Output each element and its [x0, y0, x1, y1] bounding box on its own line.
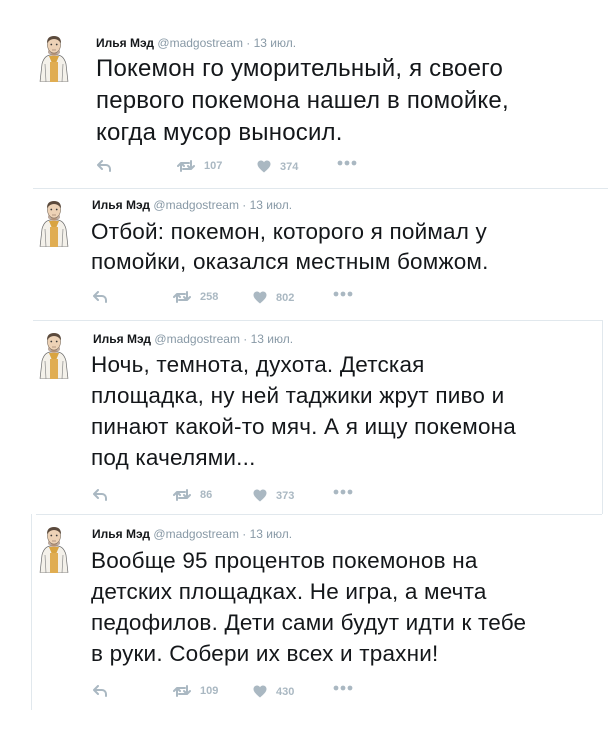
reply-button[interactable]	[93, 489, 107, 501]
tweet-date[interactable]: 13 июл.	[251, 332, 293, 346]
like-count: 374	[280, 160, 299, 173]
tweet-actions: 86 373	[93, 489, 373, 505]
retweet-count: 107	[204, 160, 223, 172]
retweet-icon	[177, 160, 195, 172]
tweet-header: Илья Мэд @madgostream · 13 июл.	[92, 527, 292, 541]
author-handle[interactable]: @madgostream	[157, 36, 243, 50]
tweet-actions: 258 802	[93, 291, 373, 307]
like-count: 802	[276, 291, 295, 304]
author-name[interactable]: Илья Мэд	[92, 527, 150, 541]
like-button[interactable]: 430	[253, 685, 294, 698]
more-button[interactable]	[333, 685, 353, 691]
reply-icon	[93, 685, 107, 697]
tweet-text: Покемон го уморительный, я своего первог…	[96, 55, 509, 146]
heart-icon	[257, 160, 271, 173]
heart-icon	[253, 685, 267, 698]
heart-icon	[253, 489, 267, 502]
retweet-button[interactable]: 107	[177, 160, 222, 172]
tweet-actions: 109 430	[93, 685, 373, 701]
thread-border	[31, 514, 32, 710]
retweet-count: 109	[200, 685, 219, 697]
retweet-button[interactable]: 109	[173, 685, 218, 697]
author-name[interactable]: Илья Мэд	[93, 332, 151, 346]
reply-icon	[93, 291, 107, 303]
ellipsis-icon	[333, 685, 353, 691]
separator-dot: ·	[246, 36, 251, 50]
reply-icon	[93, 489, 107, 501]
tweet-text: Отбой: покемон, которого я поймал у помо…	[91, 219, 489, 274]
tweet-card[interactable]: Илья Мэд @madgostream · 13 июл. Отбой: п…	[0, 189, 608, 320]
ellipsis-icon	[333, 291, 353, 297]
reply-button[interactable]	[93, 685, 107, 697]
more-button[interactable]	[337, 160, 357, 166]
separator-dot: ·	[242, 198, 247, 212]
tweet-header: Илья Мэд @madgostream · 13 июл.	[93, 332, 293, 346]
ellipsis-icon	[333, 489, 353, 495]
separator-dot: ·	[243, 332, 248, 346]
avatar[interactable]	[38, 34, 70, 82]
reply-icon	[97, 160, 111, 172]
like-count: 373	[276, 489, 295, 502]
separator-dot: ·	[242, 527, 247, 541]
avatar[interactable]	[38, 199, 70, 247]
retweet-count: 86	[200, 489, 213, 501]
like-button[interactable]: 802	[253, 291, 294, 304]
like-button[interactable]: 374	[257, 160, 298, 173]
like-button[interactable]: 373	[253, 489, 294, 502]
tweet-date[interactable]: 13 июл.	[250, 198, 292, 212]
author-handle[interactable]: @madgostream	[153, 527, 239, 541]
retweet-button[interactable]: 258	[173, 291, 218, 303]
retweet-count: 258	[200, 291, 219, 303]
tweet-date[interactable]: 13 июл.	[250, 527, 292, 541]
author-handle[interactable]: @madgostream	[153, 198, 239, 212]
tweet-text: Ночь, темнота, духота. Детская площадка,…	[91, 352, 517, 470]
ellipsis-icon	[337, 160, 357, 166]
tweet-actions: 107 374	[97, 160, 377, 176]
author-handle[interactable]: @madgostream	[154, 332, 240, 346]
tweet-header: Илья Мэд @madgostream · 13 июл.	[92, 198, 292, 212]
like-count: 430	[276, 685, 295, 698]
tweet-card[interactable]: Илья Мэд @madgostream · 13 июл. Вообще 9…	[33, 515, 608, 710]
more-button[interactable]	[333, 291, 353, 297]
tweet-header: Илья Мэд @madgostream · 13 июл.	[96, 36, 296, 50]
tweet-text: Вообще 95 процентов покемонов на детских…	[91, 548, 527, 666]
author-name[interactable]: Илья Мэд	[96, 36, 154, 50]
reply-button[interactable]	[97, 160, 111, 172]
avatar[interactable]	[38, 525, 70, 573]
retweet-icon	[173, 291, 191, 303]
retweet-icon	[173, 685, 191, 697]
tweet-card[interactable]: Илья Мэд @madgostream · 13 июл. Покемон …	[0, 0, 608, 188]
retweet-button[interactable]: 86	[173, 489, 212, 501]
reply-button[interactable]	[93, 291, 107, 303]
heart-icon	[253, 291, 267, 304]
avatar[interactable]	[38, 331, 70, 379]
author-name[interactable]: Илья Мэд	[92, 198, 150, 212]
tweet-date[interactable]: 13 июл.	[254, 36, 296, 50]
thread-border	[602, 320, 603, 514]
more-button[interactable]	[333, 489, 353, 495]
tweet-card[interactable]: Илья Мэд @madgostream · 13 июл. Ночь, те…	[0, 321, 600, 513]
retweet-icon	[173, 489, 191, 501]
